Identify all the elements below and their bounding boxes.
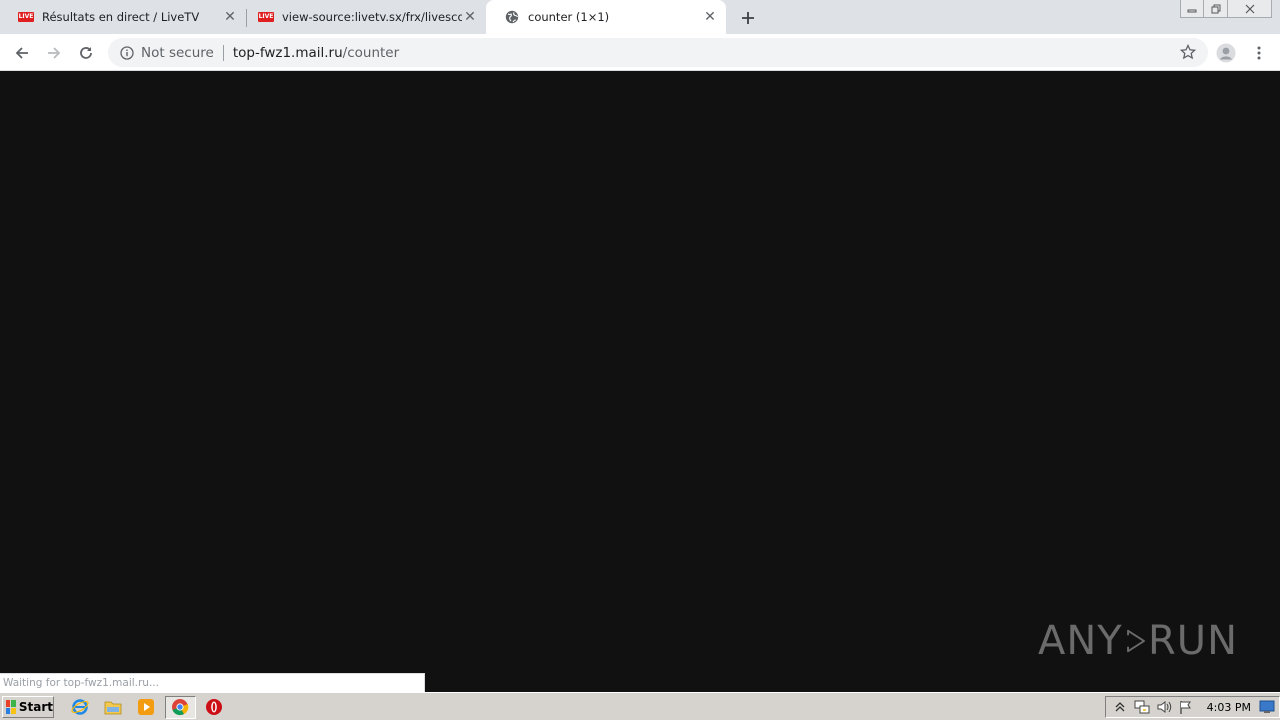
tab-strip: LIVE Résultats en direct / LiveTV ✕ LIVE… (0, 0, 1280, 34)
live-badge-icon: LIVE (18, 12, 34, 22)
page-content (0, 72, 1280, 691)
tab-title: counter (1×1) (528, 10, 610, 24)
opera-icon[interactable] (205, 698, 223, 716)
restore-button[interactable] (1204, 0, 1228, 18)
tab-livetv-results[interactable]: LIVE Résultats en direct / LiveTV ✕ (0, 0, 246, 34)
close-icon[interactable]: ✕ (462, 9, 478, 25)
action-center-flag-icon[interactable] (1178, 699, 1194, 715)
watermark-left-text: ANY (1038, 618, 1123, 664)
system-tray: 4:03 PM (1105, 696, 1280, 718)
close-icon (1245, 4, 1254, 13)
browser-toolbar: Not secure top-fwz1.mail.ru/counter (0, 34, 1280, 71)
globe-icon (504, 9, 520, 25)
status-bubble: Waiting for top-fwz1.mail.ru... (0, 673, 425, 692)
taskbar: Start 4:03 PM (0, 692, 1280, 720)
minimize-button[interactable] (1180, 0, 1204, 18)
arrow-left-icon (15, 47, 28, 59)
media-player-icon[interactable] (137, 698, 155, 716)
tab-view-source[interactable]: LIVE view-source:livetv.sx/frx/livescore… (240, 0, 486, 34)
play-logo-icon (1126, 629, 1145, 653)
close-icon[interactable]: ✕ (702, 9, 718, 25)
url-path: /counter (342, 44, 400, 61)
omnibox-divider (222, 44, 224, 61)
show-desktop-icon[interactable] (1259, 699, 1275, 715)
window-close-button[interactable] (1228, 0, 1272, 18)
tab-title: view-source:livetv.sx/frx/livescore/ (282, 10, 462, 24)
chrome-icon[interactable] (171, 698, 189, 716)
profile-button[interactable] (1212, 39, 1240, 67)
live-badge-icon: LIVE (258, 12, 274, 22)
tab-counter[interactable]: counter (1×1) ✕ (486, 0, 726, 34)
security-label[interactable]: Not secure (141, 45, 214, 61)
arrow-right-icon (48, 47, 61, 59)
windows-logo-icon (6, 700, 16, 714)
network-icon[interactable] (1134, 699, 1150, 715)
window-controls (1180, 0, 1272, 18)
browser-window: LIVE Résultats en direct / LiveTV ✕ LIVE… (0, 0, 1280, 720)
back-button[interactable] (8, 39, 36, 67)
volume-icon[interactable] (1156, 699, 1172, 715)
bookmark-star-icon[interactable] (1179, 43, 1197, 60)
avatar-icon (1216, 43, 1236, 63)
new-tab-button[interactable] (736, 6, 760, 30)
tab-title: Résultats en direct / LiveTV (42, 10, 200, 24)
reload-icon (80, 47, 92, 59)
url-host: top-fwz1.mail.ru (232, 44, 343, 61)
info-icon[interactable] (119, 45, 135, 61)
reload-button[interactable] (72, 39, 100, 67)
start-button[interactable]: Start (2, 696, 54, 718)
kebab-menu-icon (1257, 46, 1261, 60)
menu-button[interactable] (1245, 39, 1273, 67)
forward-button[interactable] (40, 39, 68, 67)
minimize-icon (1187, 9, 1197, 12)
restore-icon (1211, 4, 1220, 13)
clock[interactable]: 4:03 PM (1207, 701, 1251, 714)
plus-icon (742, 12, 754, 24)
watermark-right-text: RUN (1148, 618, 1238, 664)
anyrun-watermark: ANY RUN (1038, 608, 1238, 674)
file-explorer-icon[interactable] (104, 698, 122, 716)
address-bar[interactable]: Not secure top-fwz1.mail.ru/counter (108, 38, 1208, 67)
show-hidden-icons-icon[interactable] (1112, 699, 1128, 715)
start-label: Start (18, 700, 53, 714)
close-icon[interactable]: ✕ (222, 9, 238, 25)
internet-explorer-icon[interactable] (71, 698, 89, 716)
